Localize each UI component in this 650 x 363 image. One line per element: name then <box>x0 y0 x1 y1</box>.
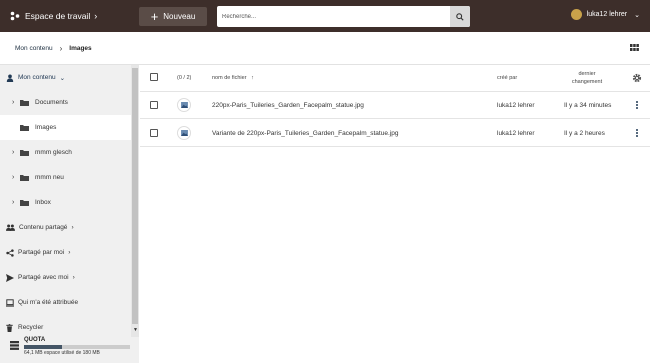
chevron-right-icon: › <box>12 149 15 156</box>
chevron-right-icon: › <box>72 274 75 281</box>
sidebar-item-label: mmm glesch <box>35 149 72 156</box>
search-box <box>217 6 470 27</box>
share-icon <box>6 248 14 257</box>
chevron-down-icon: ⌄ <box>634 11 640 19</box>
column-header-created-by[interactable]: créé par <box>497 75 517 81</box>
sidebar: Mon contenu ⌄ › Documents Images › mmm g… <box>0 65 139 363</box>
sidebar-item-label: Partagé par moi <box>18 249 65 256</box>
sidebar-item-label: mmm neu <box>35 174 64 181</box>
more-options-icon[interactable] <box>636 100 640 110</box>
grid-view-icon[interactable] <box>630 44 639 51</box>
scroll-down-icon[interactable]: ▼ <box>133 327 138 333</box>
folder-icon <box>20 150 29 156</box>
sidebar-item-mmm-neu[interactable]: › mmm neu <box>0 165 131 190</box>
image-thumbnail <box>177 98 191 112</box>
sidebar-item-label: Mon contenu <box>18 74 56 81</box>
search-button[interactable] <box>450 6 470 27</box>
quota-title: QUOTA <box>24 337 46 343</box>
sidebar-item-shared-by-me[interactable]: Partagé par moi › <box>0 240 131 265</box>
file-name[interactable]: 220px-Paris_Tuileries_Garden_Facepalm_st… <box>212 102 364 109</box>
sidebar-item-label: Qui m'a été attribuée <box>18 299 79 306</box>
chevron-right-icon: › <box>59 43 63 53</box>
sidebar-item-shared-content[interactable]: Contenu partagé › <box>0 215 131 240</box>
sidebar-item-label: Contenu partagé <box>19 224 68 231</box>
chevron-right-icon: › <box>71 224 74 231</box>
quota-text: 64,1 MB espace utilisé de 180 MB <box>24 350 100 356</box>
select-all-checkbox[interactable] <box>150 73 158 81</box>
column-header-name[interactable]: nom de fichier ↑ <box>212 75 254 81</box>
workspace-logo-icon <box>10 11 20 21</box>
file-last-changed: Il y a 34 minutes <box>564 102 612 109</box>
quota-bar <box>24 345 130 349</box>
image-icon <box>180 130 188 136</box>
laptop-icon <box>6 298 14 307</box>
table-row[interactable]: Variante de 220px-Paris_Tuileries_Garden… <box>140 120 650 147</box>
sidebar-scrollbar[interactable]: ▼ <box>131 65 139 337</box>
sort-ascending-icon: ↑ <box>251 75 254 81</box>
breadcrumb: Mon contenu › Images <box>0 32 650 65</box>
new-button[interactable]: + Nouveau <box>139 7 207 26</box>
user-name: luka12 lehrer <box>586 11 628 18</box>
file-name[interactable]: Variante de 220px-Paris_Tuileries_Garden… <box>212 130 398 137</box>
file-created-by: luka12 lehrer <box>497 102 535 109</box>
chevron-right-icon: › <box>12 174 15 181</box>
breadcrumb-current: Images <box>69 44 92 52</box>
sidebar-item-label: Documents <box>35 99 68 106</box>
sidebar-item-mmm-glesch[interactable]: › mmm glesch <box>0 140 131 165</box>
sidebar-item-label: Images <box>35 124 57 131</box>
scrollbar-thumb[interactable] <box>132 68 138 324</box>
search-icon <box>456 12 464 21</box>
group-icon <box>6 224 15 231</box>
file-last-changed: Il y a 2 heures <box>564 130 605 137</box>
more-options-icon[interactable] <box>636 128 640 138</box>
column-header-label: nom de fichier <box>212 75 247 81</box>
workspace-label: Espace de travail <box>25 11 91 21</box>
folder-icon <box>20 175 29 181</box>
folder-icon <box>20 125 29 131</box>
send-icon <box>6 273 14 282</box>
top-bar: Espace de travail › + Nouveau luka12 leh… <box>0 0 650 32</box>
row-checkbox[interactable] <box>150 129 158 137</box>
row-checkbox[interactable] <box>150 101 158 109</box>
workspace-menu[interactable]: Espace de travail › <box>10 11 97 21</box>
sidebar-item-assigned-to-me[interactable]: Qui m'a été attribuée <box>0 290 131 315</box>
chevron-right-icon: › <box>12 99 15 106</box>
selection-count: (0 / 2) <box>177 75 192 81</box>
user-icon <box>6 74 14 82</box>
quota-bar-fill <box>24 345 63 349</box>
user-menu[interactable]: luka12 lehrer ⌄ <box>570 9 640 20</box>
folder-icon <box>20 200 29 206</box>
sidebar-item-shared-with-me[interactable]: Partagé avec moi › <box>0 265 131 290</box>
sidebar-item-label: Recycler <box>18 324 44 331</box>
column-header-label: changement <box>571 79 603 85</box>
plus-icon: + <box>150 9 159 24</box>
column-header-label: dernier <box>578 71 596 77</box>
table-row[interactable]: 220px-Paris_Tuileries_Garden_Facepalm_st… <box>140 92 650 119</box>
image-thumbnail <box>177 126 191 140</box>
sidebar-item-label: Inbox <box>35 199 51 206</box>
trash-icon <box>6 323 13 332</box>
breadcrumb-root[interactable]: Mon contenu <box>15 45 53 52</box>
avatar <box>570 9 582 20</box>
settings-gear-icon[interactable] <box>632 73 642 83</box>
new-button-label: Nouveau <box>163 12 196 21</box>
sidebar-item-label: Partagé avec moi <box>18 274 69 281</box>
sidebar-item-images[interactable]: Images <box>0 115 131 140</box>
quota-panel: QUOTA 64,1 MB espace utilisé de 180 MB <box>6 337 134 356</box>
chevron-right-icon: › <box>68 249 71 256</box>
search-input[interactable] <box>217 6 450 27</box>
folder-icon <box>20 100 29 106</box>
chevron-right-icon: › <box>12 199 15 206</box>
storage-icon <box>10 341 19 350</box>
sidebar-item-my-content[interactable]: Mon contenu ⌄ <box>0 65 131 90</box>
column-header-last-changed[interactable]: dernier changement <box>564 70 610 86</box>
sidebar-item-inbox[interactable]: › Inbox <box>0 190 131 215</box>
sidebar-item-documents[interactable]: › Documents <box>0 90 131 115</box>
file-created-by: luka12 lehrer <box>497 130 535 137</box>
image-icon <box>180 102 188 108</box>
chevron-down-icon: ⌄ <box>59 74 66 82</box>
chevron-right-icon: › <box>94 11 98 21</box>
table-header: (0 / 2) nom de fichier ↑ créé par dernie… <box>140 65 650 92</box>
